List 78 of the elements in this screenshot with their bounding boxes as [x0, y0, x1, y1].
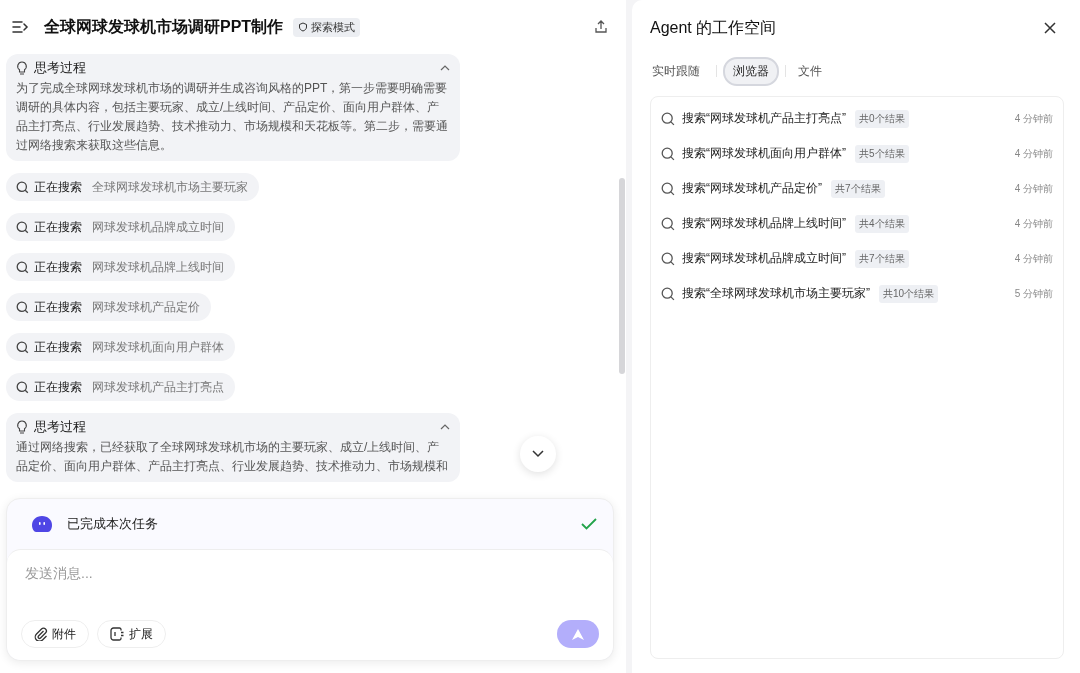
search-status: 正在搜索 [34, 218, 82, 236]
result-query: 搜索“网球发球机面向用户群体” [682, 145, 846, 162]
result-count-tag: 共7个结果 [831, 179, 885, 198]
search-icon [16, 380, 29, 394]
workspace-tab[interactable]: 实时跟随 [650, 56, 710, 86]
lightbulb-icon [16, 420, 28, 434]
search-icon [661, 111, 675, 126]
search-icon [661, 251, 675, 266]
assistant-avatar-icon [31, 515, 53, 533]
scroll-down-button[interactable] [520, 436, 556, 472]
search-query: 网球发球机产品主打亮点 [92, 378, 224, 396]
search-result-item[interactable]: 搜索“网球发球机产品定价” 共7个结果 4 分钟前 [651, 171, 1063, 206]
share-icon[interactable] [594, 20, 608, 34]
workspace-tab[interactable]: 浏览器 [723, 56, 779, 86]
result-count-tag: 共7个结果 [855, 249, 909, 268]
chevron-down-icon [532, 450, 544, 458]
attach-button[interactable]: 附件 [21, 620, 89, 648]
thinking-title: 思考过程 [34, 59, 86, 77]
result-time: 4 分钟前 [1014, 216, 1053, 231]
search-icon [16, 340, 29, 354]
search-icon [661, 181, 675, 196]
chevron-icon [440, 65, 450, 71]
search-status: 正在搜索 [34, 338, 82, 356]
search-icon [16, 260, 29, 274]
search-icon [661, 146, 675, 161]
search-query: 全球网球发球机市场主要玩家 [92, 178, 248, 196]
result-time: 4 分钟前 [1014, 146, 1053, 161]
close-icon[interactable] [1044, 22, 1056, 34]
shield-icon [298, 22, 309, 32]
search-status: 正在搜索 [34, 258, 82, 276]
result-query: 搜索“网球发球机品牌成立时间” [682, 250, 846, 267]
workspace-title: Agent 的工作空间 [650, 17, 777, 38]
search-result-item[interactable]: 搜索“网球发球机面向用户群体” 共5个结果 4 分钟前 [651, 136, 1063, 171]
search-status: 正在搜索 [34, 178, 82, 196]
thinking-text: 通过网络搜索，已经获取了全球网球发球机市场的主要玩家、成立/上线时间、产品定价、面向用户群体、产品主打亮点、行业发展趋势、技术推动力、市场规模和 [16, 439, 449, 475]
search-result-item[interactable]: 搜索“全球网球发球机市场主要玩家” 共10个结果 5 分钟前 [651, 276, 1063, 311]
lightbulb-icon [16, 61, 28, 75]
paperclip-icon [34, 627, 48, 641]
scrollbar[interactable] [619, 178, 625, 374]
chevron-icon [440, 424, 450, 430]
result-time: 4 分钟前 [1014, 181, 1053, 196]
result-time: 5 分钟前 [1014, 286, 1053, 301]
result-time: 4 分钟前 [1014, 111, 1053, 126]
result-count-tag: 共0个结果 [855, 109, 909, 128]
search-result-item[interactable]: 搜索“网球发球机品牌上线时间” 共4个结果 4 分钟前 [651, 206, 1063, 241]
sidebar-toggle-icon[interactable] [12, 20, 30, 34]
search-status: 正在搜索 [34, 378, 82, 396]
collapse-button[interactable] [440, 65, 450, 71]
search-query: 网球发球机品牌成立时间 [92, 218, 224, 236]
thinking-text: 为了完成全球网球发球机市场的调研并生成咨询风格的PPT，第一步需要明确需要调研的具体内容，包括主要玩家、成立/上线时间、产品定价、面向用户群体、产品主打亮点、行业发展趋势、技术推动力、市场规模和天花板等。第二步，需要通过网络搜索来获取这些信息。 [16, 80, 449, 154]
plug-icon [110, 627, 125, 641]
search-result-item[interactable]: 搜索“网球发球机品牌成立时间” 共7个结果 4 分钟前 [651, 241, 1063, 276]
search-query: 网球发球机产品定价 [92, 298, 200, 316]
result-query: 搜索“网球发球机品牌上线时间” [682, 215, 846, 232]
result-count-tag: 共4个结果 [855, 214, 909, 233]
mode-badge: 探索模式 [293, 17, 361, 37]
search-icon [16, 300, 29, 314]
task-status-text: 已完成本次任务 [67, 515, 158, 533]
result-time: 4 分钟前 [1014, 251, 1053, 266]
extend-button[interactable]: 扩展 [97, 620, 166, 648]
thinking-title: 思考过程 [34, 418, 86, 436]
workspace-tab[interactable]: 文件 [792, 56, 832, 86]
search-icon [16, 220, 29, 234]
collapse-button[interactable] [440, 424, 450, 430]
search-query: 网球发球机面向用户群体 [92, 338, 224, 356]
search-result-item[interactable]: 搜索“网球发球机产品主打亮点” 共0个结果 4 分钟前 [651, 101, 1063, 136]
result-count-tag: 共10个结果 [879, 284, 939, 303]
send-arrow-icon [571, 627, 585, 641]
result-query: 搜索“全球网球发球机市场主要玩家” [682, 285, 870, 302]
search-icon [661, 286, 675, 301]
search-query: 网球发球机品牌上线时间 [92, 258, 224, 276]
result-query: 搜索“网球发球机产品定价” [682, 180, 822, 197]
search-icon [661, 216, 675, 231]
search-icon [16, 180, 29, 194]
chat-title: 全球网球发球机市场调研PPT制作 [44, 16, 284, 37]
result-count-tag: 共5个结果 [855, 144, 909, 163]
search-status: 正在搜索 [34, 298, 82, 316]
result-query: 搜索“网球发球机产品主打亮点” [682, 110, 846, 127]
